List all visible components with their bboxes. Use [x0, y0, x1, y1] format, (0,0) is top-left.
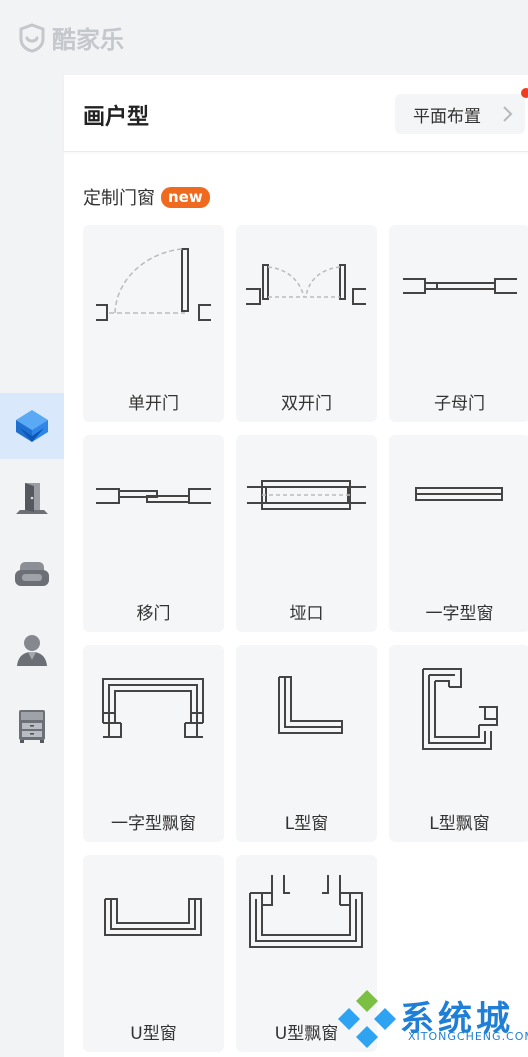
- item-label: 双开门: [281, 394, 332, 414]
- item-label: 移门: [136, 604, 171, 624]
- rail-item-door[interactable]: [0, 465, 64, 531]
- person-icon: [17, 635, 47, 666]
- sliding-door-icon: [96, 488, 211, 504]
- item-label: U型窗: [130, 1024, 177, 1044]
- l-window-icon: [278, 676, 343, 734]
- u-bay-window-icon: [249, 875, 363, 948]
- door-window-panel: 画户型 平面布置 定制门窗 new 单开门 双开门 子母门 移门 垭口 一字型窗…: [64, 75, 528, 1057]
- item-straight-window[interactable]: 一字型窗: [389, 435, 528, 632]
- rail-item-hard-decor[interactable]: [0, 393, 64, 459]
- rail-item-person[interactable]: [0, 617, 64, 683]
- watermark: 系统城 XITONGCHENG.COM: [334, 980, 528, 1057]
- u-window-icon: [104, 898, 202, 936]
- notification-dot: [521, 88, 528, 98]
- page-title: 画户型: [83, 105, 150, 130]
- rail-item-cabinet[interactable]: [0, 693, 64, 759]
- top-bar: 酷家乐: [0, 0, 528, 75]
- watermark-diamond-icon: [338, 989, 396, 1048]
- app-logo[interactable]: 酷家乐: [18, 20, 124, 55]
- mother-child-door-icon: [403, 278, 517, 294]
- item-l-window[interactable]: L型窗: [236, 645, 377, 842]
- double-door-icon: [246, 264, 366, 305]
- item-l-bay-window[interactable]: L型飘窗: [389, 645, 528, 842]
- l-bay-window-icon: [422, 668, 498, 750]
- hard-decor-cube-icon: [16, 410, 48, 442]
- panel-header: 画户型 平面布置: [64, 75, 528, 152]
- item-mother-child-door[interactable]: 子母门: [389, 225, 528, 422]
- item-label: L型飘窗: [429, 814, 490, 834]
- item-label: 垭口: [289, 604, 324, 624]
- doorway-opening-icon: [247, 480, 366, 510]
- item-sliding-door[interactable]: 移门: [83, 435, 224, 632]
- item-label: 单开门: [128, 394, 179, 414]
- item-label: L型窗: [284, 814, 329, 834]
- left-rail: [0, 75, 64, 1057]
- door-icon: [16, 483, 48, 514]
- item-double-door[interactable]: 双开门: [236, 225, 377, 422]
- logo-text: 酷家乐: [52, 26, 124, 54]
- chevron-right-icon: [503, 106, 513, 122]
- floor-layout-button[interactable]: 平面布置: [395, 94, 525, 134]
- single-door-icon: [96, 248, 211, 321]
- straight-bay-window-icon: [102, 678, 204, 738]
- item-label: 子母门: [434, 394, 485, 414]
- cabinet-icon: [19, 710, 45, 743]
- item-label: 一字型窗: [425, 604, 494, 624]
- rail-item-sofa[interactable]: [0, 541, 64, 607]
- item-single-door[interactable]: 单开门: [83, 225, 224, 422]
- new-badge: new: [161, 186, 210, 208]
- item-doorway[interactable]: 垭口: [236, 435, 377, 632]
- straight-window-icon: [415, 487, 503, 501]
- item-straight-bay-window[interactable]: 一字型飘窗: [83, 645, 224, 842]
- section-title-text: 定制门窗: [83, 188, 155, 209]
- item-label: 一字型飘窗: [111, 814, 196, 834]
- floor-layout-label: 平面布置: [413, 106, 481, 127]
- logo-shield-icon: [19, 22, 45, 53]
- item-u-window[interactable]: U型窗: [83, 855, 224, 1052]
- section-title: 定制门窗 new: [83, 184, 210, 210]
- sofa-icon: [15, 562, 49, 586]
- watermark-subtext: XITONGCHENG.COM: [408, 1030, 528, 1043]
